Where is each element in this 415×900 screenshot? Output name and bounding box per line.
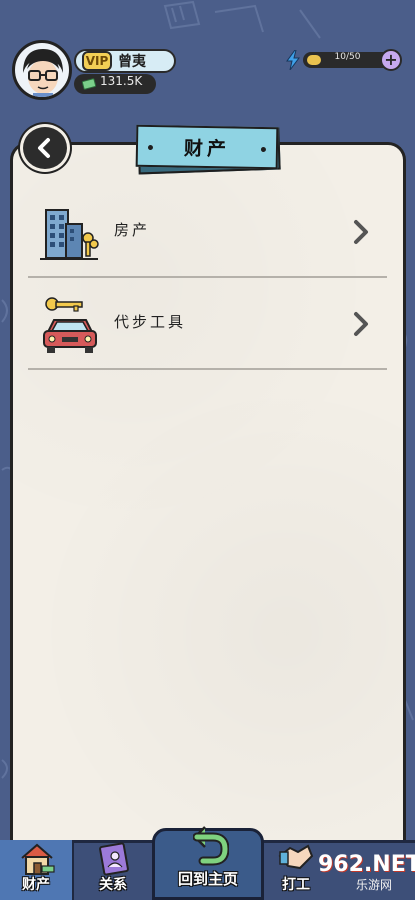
- watermark-caption: 乐游网: [356, 878, 393, 892]
- back-button[interactable]: [20, 124, 70, 172]
- avatar-face-icon: [23, 49, 63, 97]
- energy-fill: [307, 55, 321, 65]
- watermark-brand: 962.NET: [318, 852, 415, 877]
- watermark-logo: 962.NET 乐游网: [318, 852, 415, 894]
- list-item-label: 代步工具: [114, 313, 187, 331]
- title-banner-front: 财产: [135, 124, 279, 170]
- chevron-right-icon: [354, 312, 368, 336]
- tab-label: 打工: [282, 877, 310, 893]
- tab-relationships[interactable]: 关系: [76, 840, 150, 900]
- car-with-key-icon: [43, 297, 97, 353]
- tab-label: 关系: [99, 877, 127, 893]
- cash-icon: [82, 78, 96, 90]
- list-item-label: 房产: [114, 221, 151, 239]
- player-name: 曾夷: [118, 54, 146, 70]
- house-icon: [21, 843, 55, 875]
- tab-label: 回到主页: [177, 870, 238, 888]
- tab-label: 财产: [22, 877, 50, 893]
- tab-home[interactable]: 回到主页: [152, 826, 264, 900]
- title-banner: 财产: [135, 124, 282, 175]
- add-energy-button[interactable]: +: [380, 49, 402, 71]
- energy-value: 10/50: [334, 52, 361, 62]
- chevron-right-icon: [354, 220, 368, 244]
- handshake-icon: [278, 844, 314, 870]
- tab-work[interactable]: 打工: [266, 840, 326, 900]
- list-item-real-estate[interactable]: 房产: [28, 186, 387, 278]
- contact-book-icon: [99, 842, 129, 876]
- tab-assets[interactable]: 财产: [0, 840, 74, 900]
- player-avatar[interactable]: [12, 40, 72, 100]
- chevron-left-icon: [38, 138, 50, 158]
- page-title: 财产: [183, 137, 231, 160]
- pin-icon: [147, 144, 154, 151]
- pin-icon: [260, 146, 267, 153]
- vip-badge[interactable]: VIP: [82, 51, 112, 71]
- list-item-vehicles[interactable]: 代步工具: [28, 278, 387, 370]
- cash-value: 131.5K: [100, 74, 143, 88]
- energy-bolt-icon: [286, 50, 300, 70]
- building-with-keys-icon: [40, 209, 99, 260]
- return-arrow-icon: [193, 826, 229, 866]
